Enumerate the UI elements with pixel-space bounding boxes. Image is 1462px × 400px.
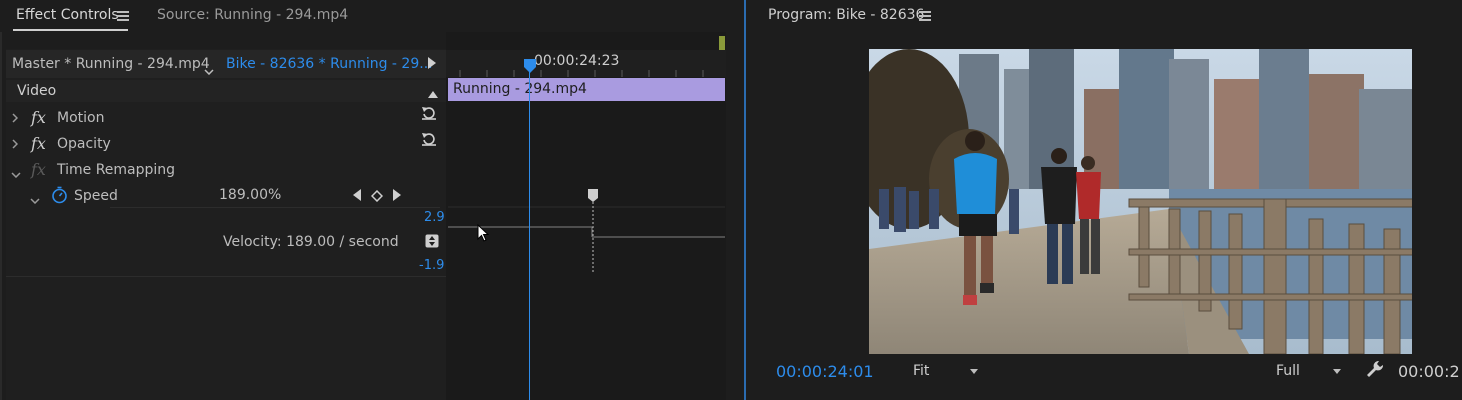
zoom-dropdown[interactable]: Fit (906, 362, 986, 382)
playhead-line[interactable] (529, 60, 530, 400)
speed-graph-divider (6, 276, 446, 277)
effect-time-remapping-label[interactable]: Time Remapping (57, 162, 175, 178)
effect-opacity-label[interactable]: Opacity (57, 136, 111, 152)
tab-source[interactable]: Source: Running - 294.mp4 (157, 7, 348, 23)
program-end-timecode: 00:00:2 (1398, 362, 1460, 381)
speed-graph-min: -1.9 (419, 258, 445, 273)
active-tab-underline (13, 29, 128, 31)
sequence-clip-label[interactable]: Bike - 82636 * Running - 29... (226, 56, 433, 72)
chevron-down-icon (970, 369, 978, 374)
fx-icon[interactable]: fx (31, 134, 46, 153)
chevron-down-icon (1333, 369, 1341, 374)
expand-opacity-icon[interactable] (12, 137, 19, 153)
clip-bar-label: Running - 294.mp4 (453, 81, 587, 97)
program-timecode[interactable]: 00:00:24:01 (776, 362, 874, 381)
add-keyframe-icon[interactable] (370, 189, 384, 206)
collapse-speed-icon[interactable] (30, 192, 40, 208)
resolution-dropdown-value: Full (1276, 363, 1300, 379)
video-section-row (6, 80, 446, 102)
collapse-time-remapping-icon[interactable] (11, 166, 21, 182)
left-edge (0, 0, 2, 400)
fx-icon[interactable]: fx (31, 108, 46, 127)
effect-controls-menu-icon[interactable] (117, 11, 129, 21)
mouse-cursor-icon (477, 223, 490, 246)
play-only-clip-icon[interactable] (428, 57, 436, 73)
stopwatch-icon[interactable] (51, 186, 68, 208)
speed-graph[interactable] (448, 186, 725, 290)
speed-label: Speed (74, 188, 118, 204)
playhead-handle-icon[interactable] (523, 58, 537, 78)
previous-keyframe-icon[interactable] (353, 189, 361, 205)
clip-bar[interactable]: Running - 294.mp4 (448, 78, 725, 101)
chevron-down-icon[interactable] (204, 63, 214, 79)
wrench-icon[interactable] (1365, 359, 1385, 383)
master-clip-label[interactable]: Master * Running - 294.mp4 (12, 56, 210, 72)
speed-graph-max: 2.9 (424, 210, 445, 225)
collapse-up-icon[interactable] (428, 86, 438, 102)
expand-motion-icon[interactable] (12, 111, 19, 127)
reset-icon[interactable] (420, 131, 438, 151)
video-section-label: Video (17, 83, 57, 99)
zoom-dropdown-value: Fit (913, 363, 930, 379)
program-menu-icon[interactable] (919, 11, 931, 21)
speed-value[interactable]: 189.00% (219, 187, 281, 203)
end-marker-icon (719, 36, 725, 50)
tab-program[interactable]: Program: Bike - 82636 (768, 7, 924, 23)
tab-effect-controls[interactable]: Effect Controls (16, 7, 119, 23)
resolution-dropdown[interactable]: Full (1270, 362, 1348, 382)
reset-icon[interactable] (420, 105, 438, 125)
velocity-label: Velocity: 189.00 / second (223, 234, 399, 250)
program-video-frame[interactable] (869, 49, 1412, 354)
effect-motion-label[interactable]: Motion (57, 110, 104, 126)
effect-controls-timecode: 00:00:24:23 (534, 53, 620, 69)
graph-scale-icon[interactable] (425, 234, 439, 252)
fx-disabled-icon: fx (31, 160, 46, 179)
speed-row-divider (110, 207, 440, 208)
next-keyframe-icon[interactable] (393, 189, 401, 205)
